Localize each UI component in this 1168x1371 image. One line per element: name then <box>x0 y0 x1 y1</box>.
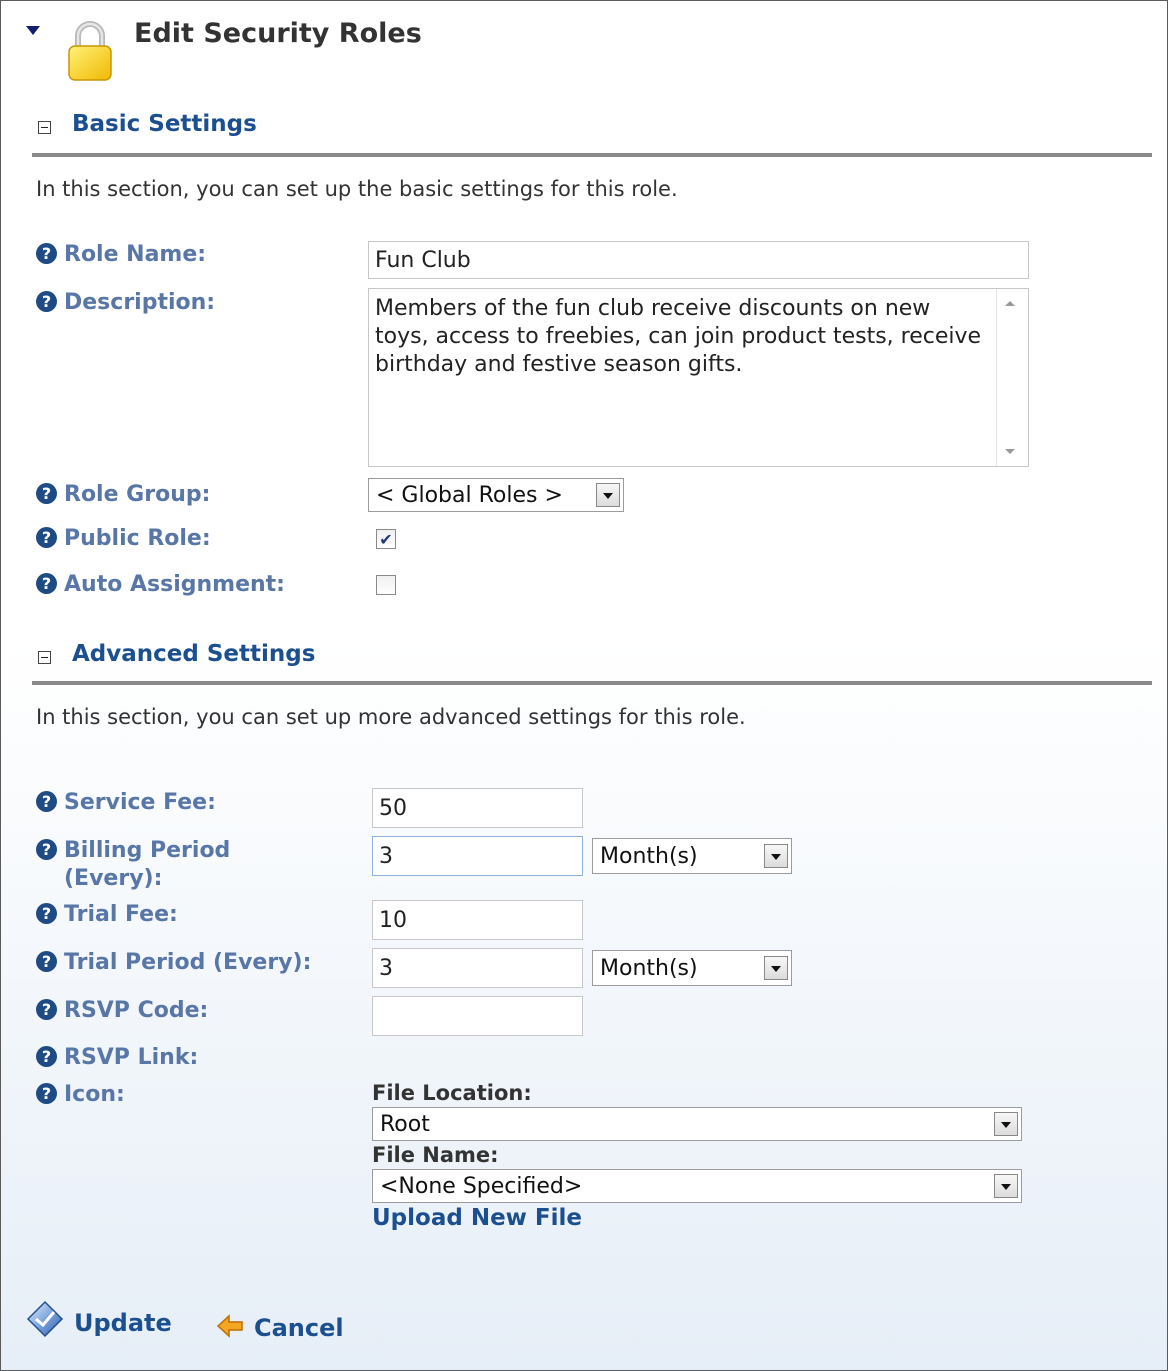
billing-period-label-text-2: (Every): <box>64 866 163 891</box>
help-icon[interactable]: ? <box>36 839 57 860</box>
file-location-value: Root <box>380 1111 430 1137</box>
billing-period-unit-select[interactable]: Month(s) <box>592 838 792 874</box>
help-icon[interactable]: ? <box>36 1046 57 1067</box>
trial-period-unit-value: Month(s) <box>600 955 698 981</box>
description-label: ? Description: <box>36 289 215 317</box>
help-icon[interactable]: ? <box>36 243 57 264</box>
basic-settings-title[interactable]: Basic Settings <box>72 111 257 137</box>
help-icon[interactable]: ? <box>36 527 57 548</box>
public-role-label: ? Public Role: <box>36 525 211 553</box>
help-icon[interactable]: ? <box>36 999 57 1020</box>
scroll-up-icon[interactable] <box>1005 301 1015 306</box>
help-icon[interactable]: ? <box>36 291 57 312</box>
rsvp-code-input[interactable] <box>372 996 583 1036</box>
billing-period-label-text: Billing Period <box>64 838 231 863</box>
advanced-settings-description: In this section, you can set up more adv… <box>36 705 746 729</box>
help-icon[interactable]: ? <box>36 573 57 594</box>
advanced-settings-toggle[interactable] <box>38 651 51 664</box>
public-role-label-text: Public Role: <box>64 526 211 551</box>
role-group-select[interactable]: < Global Roles > <box>368 478 624 512</box>
trial-fee-input[interactable]: 10 <box>372 900 583 940</box>
role-group-label: ? Role Group: <box>36 481 210 509</box>
collapse-arrow-icon[interactable] <box>26 26 40 35</box>
role-group-label-text: Role Group: <box>64 482 211 507</box>
basic-settings-description: In this section, you can set up the basi… <box>36 177 678 201</box>
trial-period-label: ? Trial Period (Every): <box>36 949 311 977</box>
help-icon[interactable]: ? <box>36 951 57 972</box>
auto-assignment-label-text: Auto Assignment: <box>64 572 285 597</box>
file-location-select[interactable]: Root <box>372 1107 1022 1141</box>
auto-assignment-checkbox[interactable] <box>376 575 396 595</box>
lock-icon <box>68 21 112 81</box>
section-divider <box>32 681 1152 685</box>
update-icon <box>26 1300 64 1338</box>
update-label[interactable]: Update <box>74 1309 172 1337</box>
billing-period-unit-value: Month(s) <box>600 843 698 869</box>
help-icon[interactable]: ? <box>36 1083 57 1104</box>
back-arrow-icon <box>216 1314 243 1338</box>
billing-period-label: ? Billing Period (Every): <box>36 837 230 893</box>
rsvp-code-label: ? RSVP Code: <box>36 997 208 1025</box>
help-icon[interactable]: ? <box>36 483 57 504</box>
public-role-checkbox[interactable]: ✔ <box>376 529 396 549</box>
section-divider <box>32 153 1152 157</box>
description-scrollbar[interactable] <box>996 289 1029 466</box>
help-icon[interactable]: ? <box>36 903 57 924</box>
chevron-down-icon[interactable] <box>764 844 788 868</box>
rsvp-link-label-text: RSVP Link: <box>64 1045 199 1070</box>
chevron-down-icon[interactable] <box>764 956 788 980</box>
auto-assignment-label: ? Auto Assignment: <box>36 571 285 599</box>
edit-security-roles-panel <box>0 0 1168 1371</box>
rsvp-code-label-text: RSVP Code: <box>64 998 209 1023</box>
description-label-text: Description: <box>64 290 216 315</box>
role-name-input[interactable]: Fun Club <box>368 241 1029 279</box>
help-icon[interactable]: ? <box>36 791 57 812</box>
trial-period-unit-select[interactable]: Month(s) <box>592 950 792 986</box>
rsvp-link-label: ? RSVP Link: <box>36 1044 198 1072</box>
page-title: Edit Security Roles <box>134 18 422 49</box>
chevron-down-icon[interactable] <box>994 1112 1018 1136</box>
role-name-label-text: Role Name: <box>64 242 207 267</box>
basic-settings-toggle[interactable] <box>38 121 51 134</box>
description-textarea[interactable]: Members of the fun club receive discount… <box>368 288 1029 467</box>
trial-period-label-text: Trial Period (Every): <box>64 950 312 975</box>
chevron-down-icon[interactable] <box>994 1174 1018 1198</box>
trial-fee-label-text: Trial Fee: <box>64 902 178 927</box>
service-fee-input[interactable]: 50 <box>372 788 583 828</box>
update-button[interactable]: Update <box>26 1300 172 1338</box>
cancel-label[interactable]: Cancel <box>254 1314 344 1342</box>
service-fee-label: ? Service Fee: <box>36 789 216 817</box>
trial-fee-label: ? Trial Fee: <box>36 901 178 929</box>
icon-label-text: Icon: <box>64 1082 125 1107</box>
upload-new-file-link[interactable]: Upload New File <box>372 1205 582 1231</box>
role-group-value: < Global Roles > <box>376 482 563 508</box>
file-location-label: File Location: <box>372 1081 532 1105</box>
billing-period-input[interactable]: 3 <box>372 836 583 876</box>
trial-period-input[interactable]: 3 <box>372 948 583 988</box>
service-fee-label-text: Service Fee: <box>64 790 216 815</box>
file-name-value: <None Specified> <box>380 1173 583 1199</box>
file-name-label: File Name: <box>372 1143 499 1167</box>
chevron-down-icon[interactable] <box>596 483 620 507</box>
scroll-down-icon[interactable] <box>1005 449 1015 454</box>
role-name-label: ? Role Name: <box>36 241 206 269</box>
advanced-settings-title[interactable]: Advanced Settings <box>72 641 315 667</box>
icon-label: ? Icon: <box>36 1081 125 1109</box>
file-name-select[interactable]: <None Specified> <box>372 1169 1022 1203</box>
cancel-button[interactable]: Cancel <box>216 1310 344 1342</box>
